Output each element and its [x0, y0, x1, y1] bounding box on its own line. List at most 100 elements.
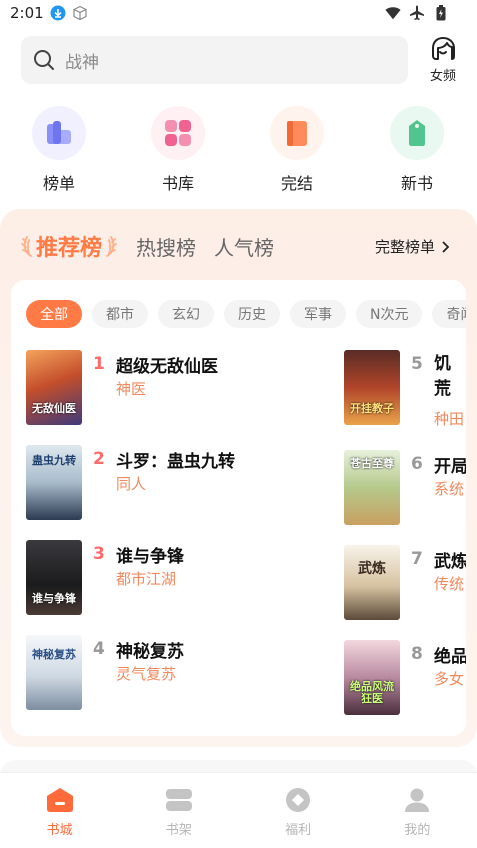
nav-profile[interactable]: 我的: [358, 773, 477, 848]
book-cover: 无敌仙医: [26, 350, 82, 425]
bookstore-home: 2:01 战神 女频 榜单 书库 完结 新书 推荐榜 热搜榜 人气榜 完整榜单 …: [0, 0, 477, 848]
nav-label: 书架: [165, 823, 192, 838]
ranking-list-card: 全部 都市 玄幻 历史 军事 N次元 奇闻怪谈 无敌仙医 1 超级无敌仙医 神医…: [11, 280, 466, 736]
filter-chips: 全部 都市 玄幻 历史 军事 N次元 奇闻怪谈: [26, 300, 466, 328]
tab-recommend[interactable]: 推荐榜: [20, 230, 118, 262]
nav-bookstore[interactable]: 书城: [0, 773, 119, 848]
laurel-left-icon: [21, 236, 32, 257]
category-library[interactable]: 书库: [147, 106, 209, 194]
book-cover: 武炼: [344, 545, 400, 620]
book-title: 超级无敌仙医: [116, 357, 218, 377]
profile-icon: [405, 788, 430, 812]
book-title: 谁与争锋: [116, 547, 184, 567]
cover-title: 绝品风流狂医: [350, 680, 394, 705]
bottom-nav: 书城 书架 福利 我的: [0, 772, 477, 848]
book-cover: 绝品风流狂医: [344, 640, 400, 715]
book-title: 饥荒婆开: [434, 354, 451, 399]
bookshelf-icon: [165, 789, 192, 811]
book-title: 神秘复苏: [116, 642, 184, 662]
cover-title: 神秘复苏: [32, 648, 76, 661]
book-tag: 神医: [116, 380, 147, 398]
book-tag: 灵气复苏: [116, 665, 177, 683]
book-cover: 苍古至尊: [344, 450, 400, 525]
chevron-right-icon: [442, 240, 450, 253]
book-item[interactable]: 武炼 7 武炼 传统: [344, 545, 466, 621]
nav-label: 书城: [46, 823, 73, 838]
cover-title: 苍古至尊: [350, 457, 394, 470]
laurel-right-icon: [106, 236, 117, 257]
cover-title: 谁与争锋: [32, 592, 76, 605]
nav-label: 我的: [404, 823, 431, 838]
filter-chip-active[interactable]: 全部: [26, 300, 82, 328]
wifi-icon: [385, 5, 401, 21]
new-book-tag-icon: [409, 120, 425, 146]
book-title: 绝品: [434, 647, 466, 667]
gender-switch-label: 女频: [429, 69, 456, 84]
nav-label: 福利: [285, 823, 312, 838]
cover-title: 蛊虫九转: [32, 454, 76, 467]
book-item[interactable]: 开挂教子 5 饥荒婆开 种田: [344, 350, 466, 428]
rank-number: 7: [411, 549, 423, 569]
cover-title: 开挂教子: [350, 402, 394, 415]
book-tag: 种田: [434, 410, 465, 428]
gender-switch-button[interactable]: 女频: [424, 36, 462, 84]
bookstore-icon: [46, 788, 73, 812]
category-label: 完结: [280, 174, 313, 193]
category-label: 榜单: [42, 174, 75, 193]
full-list-link[interactable]: 完整榜单: [375, 236, 453, 257]
status-bar: 2:01: [0, 0, 477, 26]
tab-hot-search[interactable]: 热搜榜: [136, 232, 196, 261]
filter-chip[interactable]: 都市: [92, 300, 148, 328]
filter-chip[interactable]: 历史: [224, 300, 280, 328]
book-cover: 神秘复苏: [26, 635, 82, 710]
tab-popularity[interactable]: 人气榜: [214, 232, 274, 261]
book-item[interactable]: 神秘复苏 4 神秘复苏 灵气复苏: [26, 635, 246, 711]
book-item[interactable]: 绝品风流狂医 8 绝品 多女: [344, 640, 466, 716]
airplane-icon: [409, 5, 425, 21]
category-ranking[interactable]: 榜单: [28, 106, 90, 194]
cover-title: 无敌仙医: [32, 402, 76, 415]
book-item[interactable]: 无敌仙医 1 超级无敌仙医 神医: [26, 350, 246, 426]
rank-number: 2: [93, 449, 105, 469]
book-cover: 蛊虫九转: [26, 445, 82, 520]
battery-icon: [433, 5, 449, 21]
category-finished[interactable]: 完结: [266, 106, 328, 194]
book-title: 斗罗：蛊虫九转: [116, 452, 235, 472]
rank-number: 8: [411, 644, 423, 664]
search-bar[interactable]: 战神: [21, 36, 408, 84]
book-item[interactable]: 苍古至尊 6 开局 系统: [344, 450, 466, 526]
book-tag: 传统: [434, 575, 465, 593]
category-label: 书库: [161, 174, 194, 193]
female-channel-icon: [432, 37, 455, 60]
filter-chip[interactable]: 军事: [290, 300, 346, 328]
welfare-coin-icon: [286, 788, 311, 812]
book-cover: 谁与争锋: [26, 540, 82, 615]
rank-number: 3: [93, 544, 105, 564]
nav-bookshelf[interactable]: 书架: [119, 773, 238, 848]
ranking-tabs: 推荐榜 热搜榜 人气榜: [20, 224, 274, 268]
category-new-books[interactable]: 新书: [386, 106, 448, 194]
book-cover: 开挂教子: [344, 350, 400, 425]
rank-number: 1: [93, 354, 105, 374]
book-title: 开局: [434, 457, 466, 477]
cube-icon: [72, 5, 88, 21]
filter-chip[interactable]: 奇闻怪谈: [432, 300, 466, 328]
book-item[interactable]: 谁与争锋 3 谁与争锋 都市江湖: [26, 540, 246, 616]
ranking-icon: [47, 121, 71, 144]
book-title: 武炼: [434, 552, 466, 572]
search-placeholder: 战神: [65, 52, 99, 73]
full-list-label: 完整榜单: [375, 238, 436, 256]
tab-label-active: 推荐榜: [36, 236, 103, 261]
rank-number: 6: [411, 454, 423, 474]
library-icon: [165, 120, 191, 146]
book-tag: 都市江湖: [116, 570, 177, 588]
filter-chip[interactable]: N次元: [356, 300, 423, 328]
book-tag: 多女: [434, 670, 465, 688]
download-badge-icon: [50, 5, 66, 21]
rank-number: 4: [93, 639, 105, 659]
filter-chip[interactable]: 玄幻: [158, 300, 214, 328]
book-item[interactable]: 蛊虫九转 2 斗罗：蛊虫九转 同人: [26, 445, 246, 521]
nav-welfare[interactable]: 福利: [239, 773, 358, 848]
category-label: 新书: [400, 174, 433, 193]
finished-book-icon: [287, 121, 307, 146]
